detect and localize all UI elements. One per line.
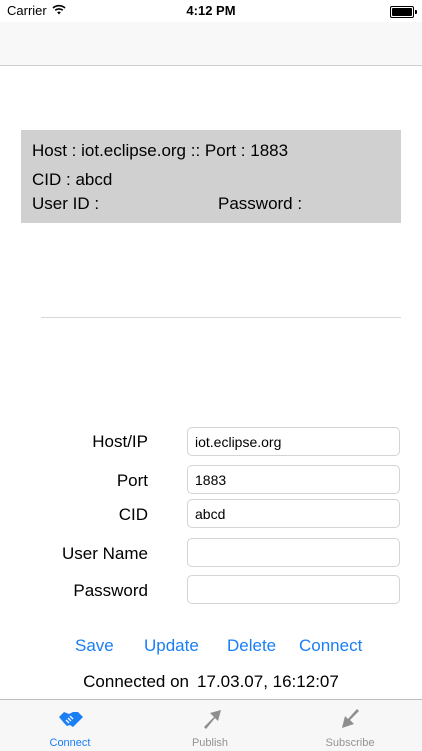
delete-button[interactable]: Delete (227, 636, 276, 656)
handshake-icon (58, 708, 84, 730)
battery-icon (390, 6, 417, 18)
cid-input[interactable] (187, 499, 400, 528)
status-bar: Carrier 4:12 PM (0, 0, 422, 22)
tab-connect[interactable]: Connect (0, 700, 140, 751)
cid-info: CID : abcd (32, 170, 113, 189)
update-button[interactable]: Update (144, 636, 199, 656)
arrow-down-left-icon (338, 708, 364, 730)
password-label: Password (73, 581, 148, 600)
password-info: Password : (218, 194, 303, 213)
tab-subscribe-label: Subscribe (325, 737, 375, 749)
user-name-input[interactable] (187, 538, 400, 567)
status-prefix: Connected on (83, 672, 190, 691)
port-input[interactable] (187, 465, 400, 494)
user-name-label: User Name (62, 544, 148, 563)
tab-publish-label: Publish (191, 737, 229, 749)
divider (41, 317, 401, 318)
navigation-bar (0, 22, 422, 66)
tab-bar: Connect Publish Subscribe (0, 699, 422, 751)
host-input[interactable] (187, 427, 400, 456)
arrow-up-right-icon (198, 708, 224, 730)
tab-publish[interactable]: Publish (140, 700, 280, 751)
port-label: Port (116, 471, 148, 490)
connection-info-box: Host : iot.eclipse.org :: Port : 1883 CI… (21, 130, 401, 223)
connection-status: Connected on 17.03.07, 16:12:07 (0, 672, 422, 692)
host-label: Host/IP (92, 432, 148, 451)
cid-label: CID (118, 505, 148, 524)
status-timestamp: 17.03.07, 16:12:07 (197, 672, 339, 691)
user-id-info: User ID : (32, 194, 100, 213)
connect-button[interactable]: Connect (299, 636, 362, 656)
password-input[interactable] (187, 575, 400, 604)
host-port-info: Host : iot.eclipse.org :: Port : 1883 (32, 141, 289, 160)
clock-label: 4:12 PM (186, 3, 236, 18)
tab-subscribe[interactable]: Subscribe (280, 700, 420, 751)
save-button[interactable]: Save (75, 636, 114, 656)
tab-connect-label: Connect (49, 737, 91, 749)
action-row: Save Update Delete Connect (0, 636, 422, 658)
